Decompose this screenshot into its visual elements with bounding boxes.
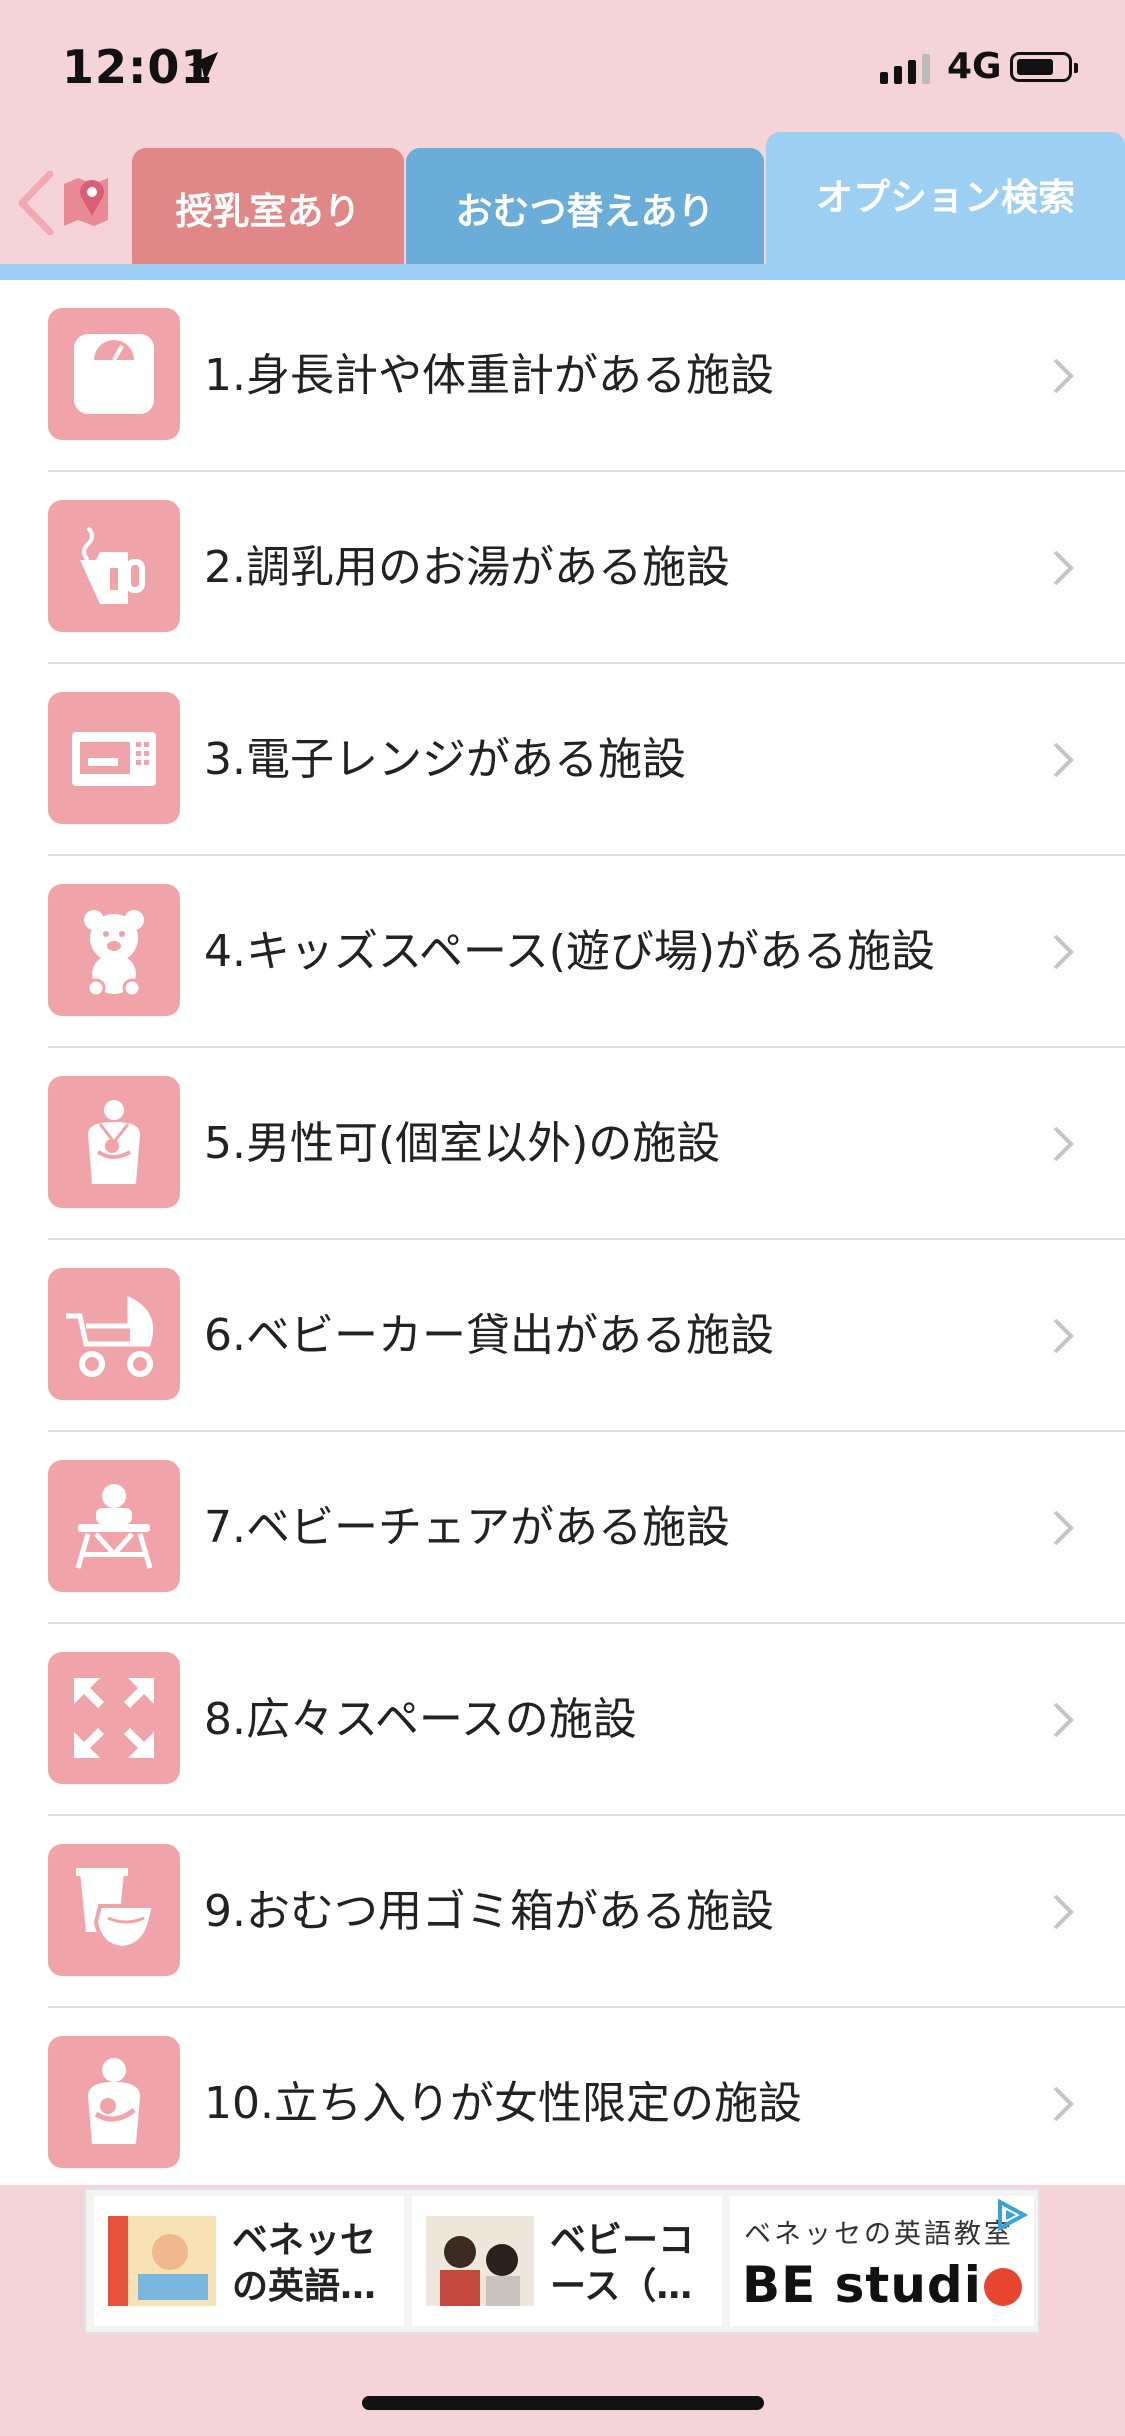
teddy-bear-icon [48,884,180,1016]
list-item-label: 5.男性可(個室以外)の施設 [204,1118,721,1169]
tab-option-search[interactable]: オプション検索 [766,132,1125,280]
map-pin-icon[interactable] [62,172,110,228]
stroller-icon [48,1268,180,1400]
chevron-right-icon [1053,934,1074,970]
chevron-right-icon [1053,358,1074,394]
ad-brand-tagline: ベネッセの英語教室 [744,2219,1014,2250]
list-item[interactable]: 10.立ち入りが女性限定の施設 [0,2008,1125,2200]
location-arrow-icon [188,52,218,82]
hot-water-icon [48,500,180,632]
network-type: 4G [947,46,1002,87]
chevron-right-icon [1053,1510,1074,1546]
list-item[interactable]: 7.ベビーチェアがある施設 [0,1432,1125,1624]
tab-nursing-room[interactable]: 授乳室あり [132,148,404,266]
ad-card[interactable]: ベネッセの英語… [94,2196,404,2326]
ad-banner[interactable]: ベネッセの英語… ベビーコース（… ベネッセの英語教室 BE studi [84,2188,1040,2334]
chevron-right-icon [1053,550,1074,586]
list-item-label: 10.立ち入りが女性限定の施設 [204,2078,802,2129]
status-bar: 12:01 4G [0,0,1125,130]
chevron-right-icon [1053,742,1074,778]
brand-dot-icon [983,2268,1022,2306]
list-item-label: 2.調乳用のお湯がある施設 [204,542,730,593]
list-item-label: 7.ベビーチェアがある施設 [204,1502,730,1553]
list-item-label: 6.ベビーカー貸出がある施設 [204,1310,774,1361]
list-item[interactable]: 6.ベビーカー貸出がある施設 [0,1240,1125,1432]
chevron-right-icon [1053,2086,1074,2122]
chevron-right-icon [1053,1318,1074,1354]
battery-icon [1010,52,1078,82]
ad-card[interactable]: ベビーコース（… [412,2196,722,2326]
list-item[interactable]: 1.身長計や体重計がある施設 [0,280,1125,472]
adchoices-icon[interactable] [994,2198,1028,2232]
list-item-label: 8.広々スペースの施設 [204,1694,637,1745]
list-item[interactable]: 8.広々スペースの施設 [0,1624,1125,1816]
list-item[interactable]: 9.おむつ用ゴミ箱がある施設 [0,1816,1125,2008]
ad-card-brand[interactable]: ベネッセの英語教室 BE studi [730,2196,1034,2326]
expand-arrows-icon [48,1652,180,1784]
list-item-label: 1.身長計や体重計がある施設 [204,350,774,401]
back-chevron-icon[interactable] [14,168,58,238]
list-item[interactable]: 4.キッズスペース(遊び場)がある施設 [0,856,1125,1048]
list-item[interactable]: 5.男性可(個室以外)の施設 [0,1048,1125,1240]
list-item[interactable]: 2.調乳用のお湯がある施設 [0,472,1125,664]
list-item[interactable]: 3.電子レンジがある施設 [0,664,1125,856]
list-item-label: 3.電子レンジがある施設 [204,734,686,785]
baby-chair-icon [48,1460,180,1592]
tab-underline [0,264,1125,280]
option-list: 1.身長計や体重計がある施設 2.調乳用のお湯がある施設 3.電子レンジがある施… [0,280,1125,2185]
ad-thumbnail [426,2216,534,2306]
ad-thumbnail [108,2216,216,2306]
ad-card-title: ベネッセの英語… [232,2220,377,2307]
ad-card-title: ベビーコース（… [550,2220,695,2307]
list-item-label: 4.キッズスペース(遊び場)がある施設 [204,926,936,977]
chevron-right-icon [1053,1126,1074,1162]
father-baby-icon [48,1076,180,1208]
mother-baby-icon [48,2036,180,2168]
chevron-right-icon [1053,1702,1074,1738]
home-indicator[interactable] [362,2396,764,2410]
cell-signal-icon [880,52,930,84]
tab-diaper-change[interactable]: おむつ替えあり [406,148,764,266]
diaper-bin-icon [48,1844,180,1976]
chevron-right-icon [1053,1894,1074,1930]
list-item-label: 9.おむつ用ゴミ箱がある施設 [204,1886,774,1937]
scale-icon [48,308,180,440]
ad-brand-logo: BE studi [742,2256,1022,2314]
microwave-icon [48,692,180,824]
